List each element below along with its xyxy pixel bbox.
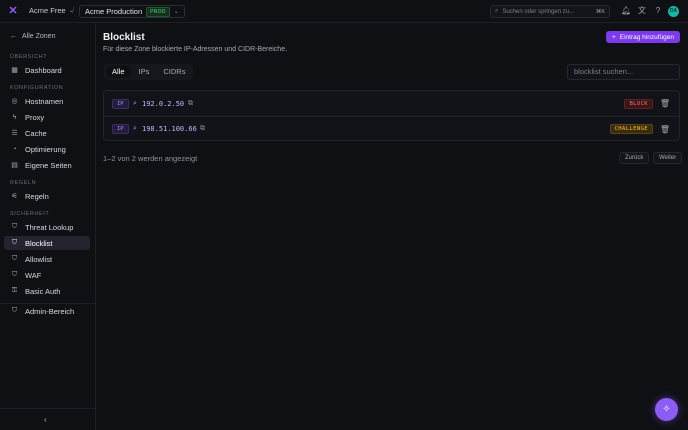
arrow-left-icon: ←	[10, 33, 17, 40]
tab-all[interactable]: Alle	[106, 66, 131, 78]
section-security: SICHERHEIT	[10, 211, 50, 217]
add-entry-button[interactable]: + Eintrag hinzufügen	[606, 31, 680, 43]
search-placeholder: Suchen oder springen zu...	[502, 8, 575, 15]
sidebar-item-label: Proxy	[25, 112, 45, 122]
prev-page-button[interactable]: Zurück	[619, 152, 650, 164]
env-badge: PROD	[146, 6, 170, 17]
sidebar-item-label: Cache	[25, 128, 47, 138]
logo-icon[interactable]: ✕	[7, 5, 19, 17]
back-to-zones[interactable]: ← Alle Zonen	[10, 33, 55, 40]
zone-name: Acme Production	[85, 7, 143, 16]
shield-icon: ⛉	[11, 223, 18, 230]
sidebar-item-waf[interactable]: ⛉ WAF	[4, 268, 90, 282]
shield-check-icon: ⛉	[11, 255, 18, 262]
section-rules: REGELN	[10, 180, 37, 186]
shield-icon: ⛉	[11, 307, 18, 314]
shortcut-hint: ⌘K	[595, 8, 605, 15]
sidebar-item-admin[interactable]: ⛉ Admin-Bereich	[4, 304, 90, 318]
sidebar-divider	[0, 408, 96, 409]
page-subtitle: Für diese Zone blockierte IP-Adressen un…	[103, 46, 288, 53]
sidebar-item-label: Threat Lookup	[25, 222, 74, 232]
tab-cidrs[interactable]: CIDRs	[157, 66, 191, 78]
next-page-button[interactable]: Weiter	[653, 152, 683, 164]
avatar[interactable]: DA	[668, 6, 679, 17]
assistant-fab-icon[interactable]: ✧	[655, 398, 678, 421]
sidebar-item-label: Regeln	[25, 191, 49, 201]
sidebar-item-threat-lookup[interactable]: ⛉ Threat Lookup	[4, 220, 90, 234]
translate-icon[interactable]: 文	[637, 6, 647, 16]
search-icon: ⌕	[495, 8, 499, 14]
collapse-sidebar-icon[interactable]: ‹	[44, 415, 47, 424]
sliders-icon: ⚟	[11, 193, 18, 200]
back-label: Alle Zonen	[22, 33, 56, 40]
copy-icon[interactable]: ⧉	[188, 100, 193, 108]
gauge-icon: ◔	[12, 145, 17, 153]
page-title: Blocklist	[103, 32, 145, 43]
sidebar-item-allowlist[interactable]: ⛉ Allowlist	[4, 252, 90, 266]
filter-tabs: Alle IPs CIDRs	[104, 64, 194, 80]
pagination-count: 1–2 von 2 werden angezeigt	[103, 154, 198, 163]
sidebar-item-rules[interactable]: ⚟ Regeln	[4, 189, 90, 203]
main-content: Blocklist Für diese Zone blockierte IP-A…	[96, 23, 688, 430]
shield-icon: ⛉	[11, 239, 18, 246]
section-overview: ÜBERSICHT	[10, 54, 48, 60]
account-switcher[interactable]: Acme Free ⌄	[29, 6, 74, 15]
blocklist-table: IP ⌕ 192.0.2.50 ⧉ BLOCK 🗑︎ IP ⌕ 198.51.1…	[103, 90, 680, 141]
table-row: IP ⌕ 192.0.2.50 ⧉ BLOCK 🗑︎	[104, 91, 679, 116]
trash-icon[interactable]: 🗑︎	[660, 125, 670, 134]
sidebar-item-label: Blocklist	[25, 238, 53, 248]
sidebar-item-label: Hostnamen	[25, 96, 64, 106]
type-badge: IP	[112, 124, 129, 134]
ip-value[interactable]: 198.51.100.66	[142, 125, 197, 133]
breadcrumb-separator: /	[72, 6, 75, 15]
grid-icon: ▦	[11, 67, 18, 74]
sidebar-item-label: Optimierung	[25, 144, 66, 154]
lookup-icon[interactable]: ⌕	[133, 100, 137, 108]
add-entry-label: Eintrag hinzufügen	[619, 33, 674, 41]
zone-switcher[interactable]: Acme Production PROD ⌄	[79, 5, 185, 18]
table-row: IP ⌕ 198.51.100.66 ⧉ CHALLENGE 🗑︎	[104, 116, 679, 141]
copy-icon[interactable]: ⧉	[200, 125, 205, 133]
sidebar-item-hostnames[interactable]: ◎ Hostnamen	[4, 94, 90, 108]
action-badge: BLOCK	[624, 98, 653, 109]
tab-ips[interactable]: IPs	[133, 66, 156, 78]
sidebar-item-optimization[interactable]: ◔ Optimierung	[4, 142, 90, 156]
sidebar-item-label: WAF	[25, 270, 42, 280]
global-search[interactable]: ⌕ Suchen oder springen zu... ⌘K	[490, 5, 610, 18]
chevron-down-icon: ⌄	[173, 9, 179, 15]
top-actions: 🔔︎ 文 ?	[621, 6, 663, 16]
sidebar-item-label: Allowlist	[25, 254, 53, 264]
sidebar-item-label: Dashboard	[25, 65, 62, 75]
sidebar-item-cache[interactable]: ☰ Cache	[4, 126, 90, 140]
top-bar: ✕ Acme Free ⌄ / Acme Production PROD ⌄ ⌕…	[0, 0, 688, 23]
trash-icon[interactable]: 🗑︎	[660, 99, 670, 108]
shield-icon: ⛉	[11, 271, 18, 278]
plus-icon: +	[611, 33, 616, 41]
account-name: Acme Free	[29, 6, 66, 15]
blocklist-search-input[interactable]: blocklist suchen...	[567, 64, 680, 80]
action-badge: CHALLENGE	[609, 124, 653, 134]
sidebar-item-custom-pages[interactable]: ▤ Eigene Seiten	[4, 158, 90, 172]
help-icon[interactable]: ?	[653, 6, 663, 16]
ip-value[interactable]: 192.0.2.50	[142, 100, 184, 108]
bell-icon[interactable]: 🔔︎	[621, 6, 631, 16]
sidebar-item-blocklist[interactable]: ⛉ Blocklist	[4, 236, 90, 250]
database-icon: ☰	[11, 130, 18, 137]
lookup-icon[interactable]: ⌕	[133, 125, 137, 133]
sidebar-item-label: Eigene Seiten	[25, 160, 72, 170]
lightning-icon: ϟ	[12, 113, 17, 121]
sidebar-item-proxy[interactable]: ϟ Proxy	[4, 110, 90, 124]
globe-icon: ◎	[11, 98, 18, 105]
document-icon: ▤	[11, 162, 18, 169]
sidebar-item-label: Basic Auth	[25, 286, 61, 296]
sidebar: ← Alle Zonen ÜBERSICHT ▦ Dashboard KONFI…	[0, 23, 96, 430]
section-config: KONFIGURATION	[10, 85, 64, 91]
sidebar-item-label: Admin-Bereich	[25, 306, 75, 316]
sidebar-item-basic-auth[interactable]: ⚿ Basic Auth	[4, 284, 90, 298]
type-badge: IP	[112, 98, 129, 109]
sidebar-item-dashboard[interactable]: ▦ Dashboard	[4, 63, 90, 77]
lock-icon: ⚿	[11, 287, 18, 294]
